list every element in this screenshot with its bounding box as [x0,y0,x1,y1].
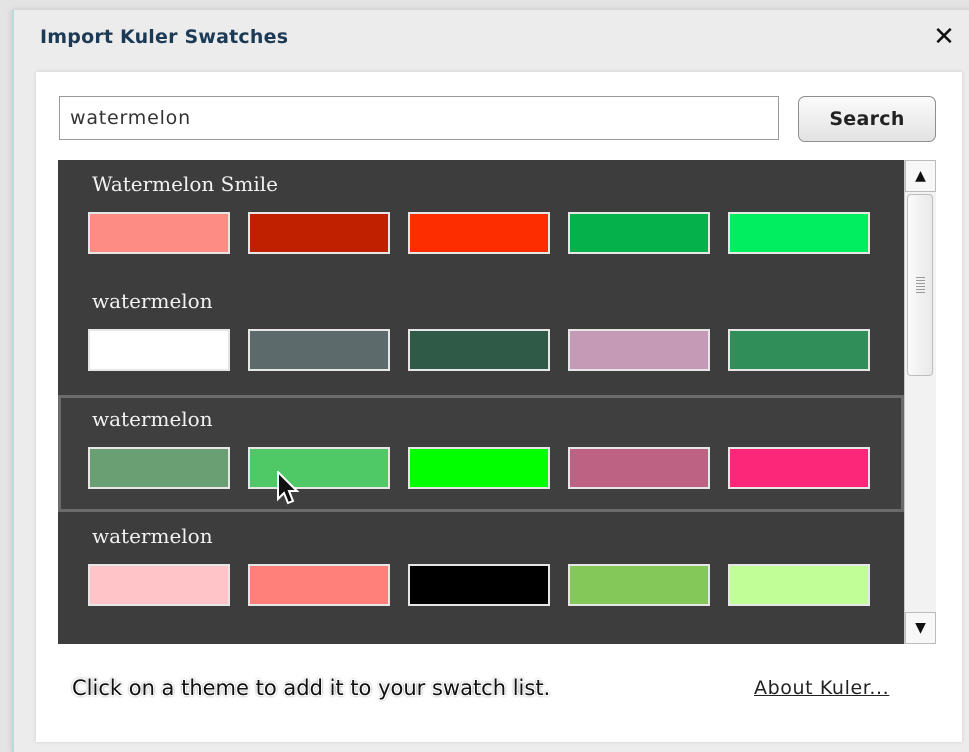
scroll-up-arrow-icon[interactable]: ▲ [905,160,936,192]
dialog-title: Import Kuler Swatches [40,26,289,48]
color-swatch[interactable] [568,329,710,371]
theme-list[interactable]: Watermelon Smile watermelon watermelon w… [58,160,904,644]
instruction-text: Click on a theme to add it to your swatc… [72,676,551,700]
theme-row[interactable]: watermelon [58,512,904,629]
about-kuler-link[interactable]: About Kuler... [754,677,889,699]
theme-name: watermelon [92,524,213,548]
mouse-pointer-icon [277,471,300,505]
color-swatch[interactable] [248,212,390,254]
dialog-content-panel: Search Watermelon Smile watermelon [36,72,962,742]
color-swatch[interactable] [408,329,550,371]
theme-row[interactable]: Watermelon Smile [58,160,904,277]
search-button[interactable]: Search [798,96,936,142]
close-icon[interactable]: ✕ [931,24,957,50]
color-swatch[interactable] [728,329,870,371]
color-swatch[interactable] [88,212,230,254]
color-swatch[interactable] [728,447,870,489]
search-input[interactable] [59,96,779,140]
theme-row[interactable]: watermelon [58,277,904,394]
partial-theme-row [58,630,904,644]
grip-icon [916,277,925,293]
color-swatch[interactable] [568,564,710,606]
theme-row-selected[interactable]: watermelon [58,395,904,512]
color-swatch[interactable] [88,447,230,489]
theme-name: watermelon [92,407,213,431]
theme-name: watermelon [92,289,213,313]
color-swatch[interactable] [408,564,550,606]
color-swatch[interactable] [408,212,550,254]
color-swatch[interactable] [728,212,870,254]
color-swatch[interactable] [568,212,710,254]
color-swatch[interactable] [568,447,710,489]
theme-name: Watermelon Smile [92,172,278,196]
import-kuler-dialog: Import Kuler Swatches ✕ Search Watermelo… [12,10,969,752]
color-swatch[interactable] [88,329,230,371]
color-swatch[interactable] [88,564,230,606]
color-swatch[interactable] [248,329,390,371]
color-swatch[interactable] [248,447,390,489]
color-swatch[interactable] [408,447,550,489]
scrollbar-thumb[interactable] [907,194,933,376]
theme-list-scrollbar[interactable]: ▲ ▼ [904,160,936,644]
color-swatch[interactable] [248,564,390,606]
scroll-down-arrow-icon[interactable]: ▼ [905,612,936,644]
color-swatch[interactable] [728,564,870,606]
